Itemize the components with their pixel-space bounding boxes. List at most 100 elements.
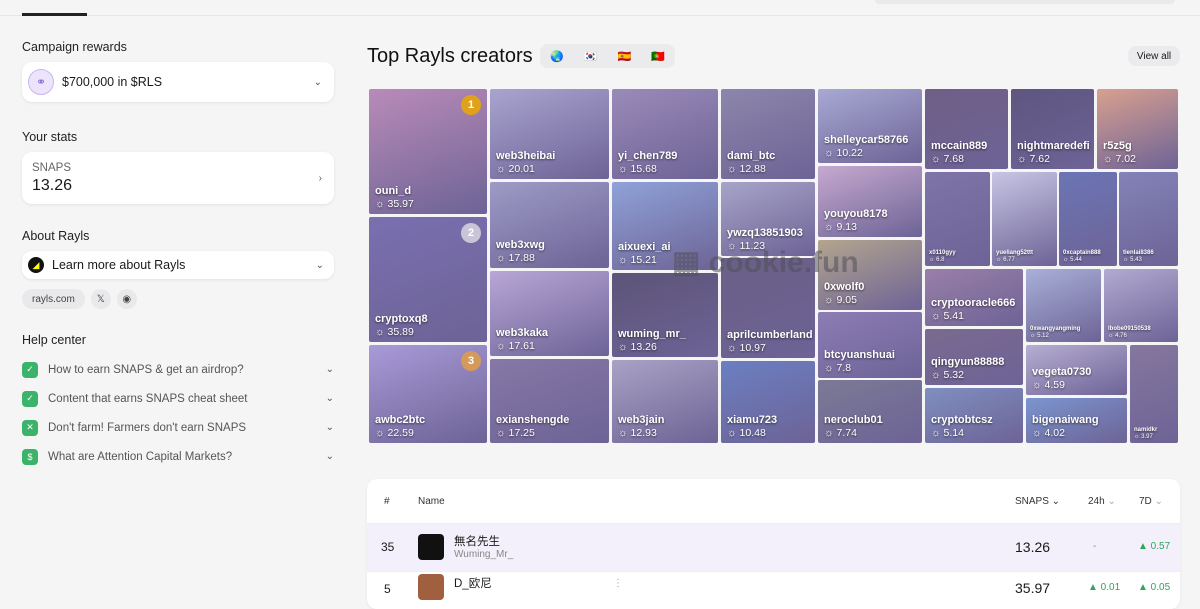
creator-tile[interactable]: cryptooracle666 ☼ 5.41: [925, 269, 1023, 326]
chevron-down-icon: ⌄: [325, 422, 334, 433]
creator-score: ☼ 7.02: [1103, 153, 1136, 165]
creator-tile[interactable]: mccain889 ☼ 7.68: [925, 89, 1008, 169]
creator-name: web3kaka: [496, 327, 548, 339]
col-7d-sort[interactable]: 7D ⌄: [1139, 496, 1163, 507]
score-value: 7.62: [1029, 153, 1050, 165]
leaderboard-table: # Name SNAPS ⌄ 24h ⌄ 7D ⌄ 35 無名先生 Wuming…: [367, 479, 1180, 609]
score-value: 5.12: [1037, 333, 1049, 339]
creator-name: awbc2btc: [375, 414, 426, 426]
creator-tile[interactable]: xiamu723 ☼ 10.48: [721, 361, 815, 443]
creator-tile[interactable]: 0xwolf0 ☼ 9.05: [818, 240, 922, 310]
creator-tile[interactable]: vegeta0730 ☼ 4.59: [1026, 345, 1127, 395]
help-item[interactable]: ✕ Don't farm! Farmers don't earn SNAPS ⌄: [22, 413, 334, 442]
top-search-box[interactable]: [875, 0, 1175, 4]
score-value: 7.74: [836, 427, 857, 439]
creator-name: dami_btc: [727, 150, 776, 162]
creator-tile[interactable]: aprilcumberland ☼ 10.97: [721, 258, 815, 358]
snaps-label: SNAPS: [32, 161, 71, 174]
creator-name: r5z5g: [1103, 140, 1132, 152]
creator-tile[interactable]: yueliang52ttt ☼ 6.77: [992, 172, 1057, 266]
more-icon[interactable]: ⋮: [613, 578, 623, 589]
creator-tile[interactable]: youyou8178 ☼ 9.13: [818, 166, 922, 237]
x-icon[interactable]: 𝕏: [90, 289, 111, 309]
creator-name: 0xcaptain888: [1063, 250, 1101, 256]
col-24h-sort[interactable]: 24h ⌄: [1088, 496, 1116, 507]
creator-tile[interactable]: web3jain ☼ 12.93: [612, 360, 718, 443]
campaign-rewards-dropdown[interactable]: ⚭ $700,000 in $RLS ⌄: [22, 62, 334, 102]
row-name: 無名先生: [454, 536, 500, 548]
row-24h: -: [1093, 541, 1097, 552]
col-name: Name: [418, 495, 445, 507]
creator-tile[interactable]: r5z5g ☼ 7.02: [1097, 89, 1178, 169]
creator-tile[interactable]: dami_btc ☼ 12.88: [721, 89, 815, 179]
creator-name: mccain889: [931, 140, 988, 152]
creator-name: neroclub01: [824, 414, 883, 426]
creator-tile[interactable]: cryptobtcsz ☼ 5.14: [925, 388, 1023, 443]
creator-tile[interactable]: web3xwg ☼ 17.88: [490, 182, 609, 268]
stats-card[interactable]: SNAPS 13.26 ›: [22, 152, 334, 204]
creator-tile[interactable]: 0xcaptain888 ☼ 5.44: [1059, 172, 1117, 266]
creator-tile[interactable]: ywzq13851903 ☼ 11.23: [721, 182, 815, 256]
creator-score: ☼ 7.8: [824, 362, 851, 374]
creator-tile[interactable]: ouni_d ☼ 35.97 1: [369, 89, 487, 214]
table-row[interactable]: 35 無名先生 Wuming_Mr_ 13.26 - ▲ 0.57: [367, 524, 1180, 572]
col-snaps-sort[interactable]: SNAPS ⌄: [1015, 496, 1060, 507]
creator-name: yueliang52ttt: [996, 250, 1034, 256]
creator-tile[interactable]: cryptoxq8 ☼ 35.89 2: [369, 217, 487, 342]
creator-tile[interactable]: yi_chen789 ☼ 15.68: [612, 89, 718, 179]
about-rayls-dropdown[interactable]: ◢ Learn more about Rayls ⌄: [22, 251, 334, 279]
creator-score: ☼ 4.02: [1032, 427, 1065, 439]
score-value: 5.41: [943, 310, 964, 322]
score-value: 11.23: [739, 240, 766, 252]
help-item[interactable]: ✓ How to earn SNAPS & get an airdrop? ⌄: [22, 355, 334, 384]
score-value: 10.48: [739, 427, 766, 439]
avatar: [418, 574, 444, 600]
website-link[interactable]: rayls.com: [22, 289, 85, 309]
score-value: 4.59: [1044, 379, 1065, 391]
creator-tile[interactable]: nightmaredefi ☼ 7.62: [1011, 89, 1094, 169]
flag-spain-icon[interactable]: 🇪🇸: [618, 50, 632, 63]
creator-tile[interactable]: aixuexi_ai ☼ 15.21: [612, 182, 718, 270]
flag-korea-icon[interactable]: 🇰🇷: [584, 50, 598, 63]
creator-name: x0110gyy: [929, 250, 956, 256]
flag-portugal-icon[interactable]: 🇵🇹: [651, 50, 665, 63]
creator-tile[interactable]: x0110gyy ☼ 6.8: [925, 172, 990, 266]
score-value: 4.02: [1044, 427, 1065, 439]
creator-score: ☼ 12.93: [618, 427, 657, 439]
creator-tile[interactable]: shelleycar58766 ☼ 10.22: [818, 89, 922, 163]
discord-icon[interactable]: ◉: [116, 289, 137, 309]
creator-score: ☼ 9.13: [824, 221, 857, 233]
help-item-label: Content that earns SNAPS cheat sheet: [48, 392, 248, 405]
creator-tile[interactable]: btcyuanshuai ☼ 7.8: [818, 312, 922, 378]
creator-tile[interactable]: 0xwangyangming ☼ 5.12: [1026, 269, 1101, 342]
active-tab-indicator[interactable]: [22, 13, 87, 16]
flag-global-icon[interactable]: 🌏: [550, 50, 564, 63]
score-value: 13.26: [630, 341, 657, 353]
creator-score: ☼ 5.14: [931, 427, 964, 439]
help-item-label: Don't farm! Farmers don't earn SNAPS: [48, 421, 247, 434]
creator-score: ☼ 5.44: [1063, 257, 1082, 263]
creator-tile[interactable]: tienlai8386 ☼ 5.43: [1119, 172, 1178, 266]
creator-tile[interactable]: awbc2btc ☼ 22.59 3: [369, 345, 487, 443]
creator-tile[interactable]: neroclub01 ☼ 7.74: [818, 380, 922, 443]
creator-tile[interactable]: namidkr ☼ 3.97: [1130, 345, 1178, 443]
creator-name: btcyuanshuai: [824, 349, 895, 361]
chevron-down-icon: ⌄: [313, 76, 322, 88]
creator-tile[interactable]: bigenaiwang ☼ 4.02: [1026, 398, 1127, 443]
help-item[interactable]: ✓ Content that earns SNAPS cheat sheet ⌄: [22, 384, 334, 413]
snaps-value: 13.26: [32, 176, 73, 194]
creator-tile[interactable]: qingyun88888 ☼ 5.32: [925, 329, 1023, 385]
row-snaps: 13.26: [1015, 539, 1051, 555]
creator-tile[interactable]: exianshengde ☼ 17.25: [490, 359, 609, 443]
creator-score: ☼ 7.74: [824, 427, 857, 439]
help-item[interactable]: $ What are Attention Capital Markets? ⌄: [22, 442, 334, 471]
score-value: 12.93: [630, 427, 657, 439]
about-label: About Rayls: [22, 229, 90, 243]
creator-tile[interactable]: lbobe09150538 ☼ 4.76: [1104, 269, 1178, 342]
creator-tile[interactable]: wuming_mr_ ☼ 13.26: [612, 273, 718, 357]
creator-name: web3xwg: [496, 239, 545, 251]
table-row[interactable]: 5 D_欧尼 ⋮ 35.97 ▲ 0.01 ▲ 0.05: [367, 572, 1180, 609]
view-all-button[interactable]: View all: [1128, 46, 1180, 66]
creator-tile[interactable]: web3kaka ☼ 17.61: [490, 271, 609, 356]
creator-tile[interactable]: web3heibai ☼ 20.01: [490, 89, 609, 179]
